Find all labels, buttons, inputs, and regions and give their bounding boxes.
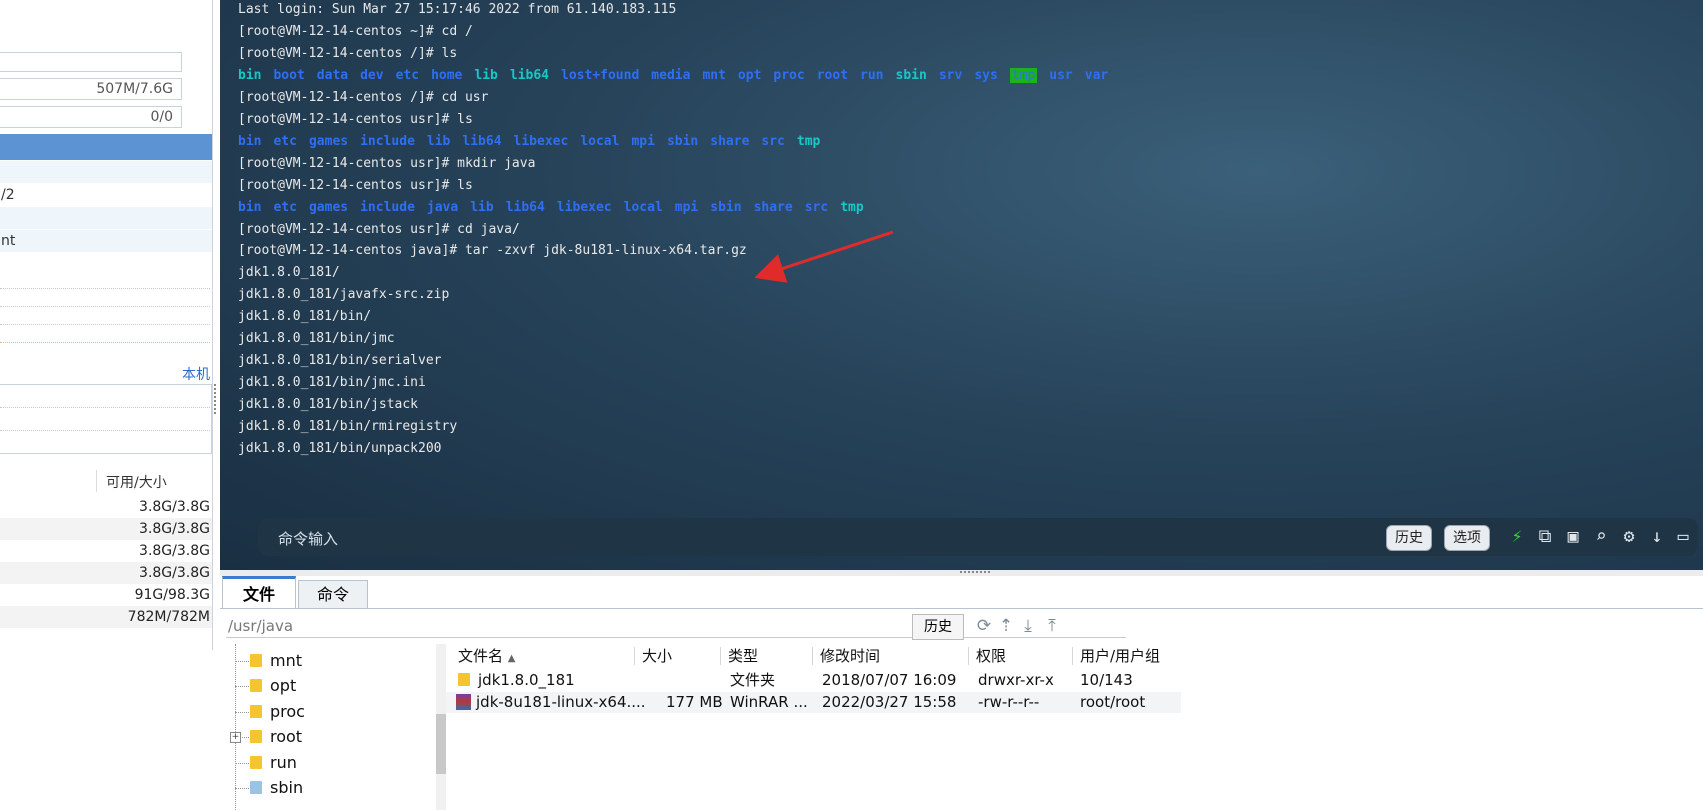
tab-files[interactable]: 文件 xyxy=(222,576,296,608)
info-bar-1 xyxy=(0,52,182,72)
command-input[interactable]: 命令输入 xyxy=(278,528,338,549)
list-item[interactable] xyxy=(0,161,212,183)
network-graph xyxy=(0,288,213,358)
disk-table-header: 可用/大小 xyxy=(0,470,212,492)
tree-item-opt[interactable]: opt xyxy=(250,673,296,699)
file-owner: root/root xyxy=(1080,693,1146,711)
disk-size: 3.8G/3.8G xyxy=(139,499,210,515)
tree-item-label: opt xyxy=(270,676,297,696)
local-link[interactable]: 本机 xyxy=(182,364,210,384)
list-item[interactable]: nt xyxy=(0,230,212,252)
lightning-icon[interactable]: ⚡ xyxy=(1506,525,1528,549)
tree-item-label: run xyxy=(270,752,297,772)
tree-item-proc[interactable]: proc xyxy=(250,699,305,725)
folder-icon xyxy=(250,704,262,718)
column-header-mtime[interactable]: 修改时间 xyxy=(820,644,880,668)
gear-icon[interactable]: ⚙ xyxy=(1618,525,1640,549)
selected-row[interactable] xyxy=(0,134,212,160)
disk-row[interactable]: 3.8G/3.8G xyxy=(0,496,212,518)
swap-value: 0/0 xyxy=(0,106,182,128)
disk-size: 3.8G/3.8G xyxy=(139,565,210,581)
file-mtime: 2022/03/27 15:58 xyxy=(822,693,957,711)
disk-row[interactable]: 3.8G/3.8G xyxy=(0,540,212,562)
disk-row[interactable]: 91G/98.3G xyxy=(0,584,212,606)
download-icon[interactable]: ⤓ xyxy=(1018,614,1038,638)
folder-icon xyxy=(250,654,262,667)
expand-icon[interactable]: + xyxy=(230,732,241,744)
annotation-arrow xyxy=(754,230,894,283)
column-header-permissions[interactable]: 权限 xyxy=(976,644,1006,668)
winrar-icon xyxy=(456,694,471,710)
file-type: 文件夹 xyxy=(730,671,776,689)
paste-icon[interactable]: ▣ xyxy=(1562,525,1584,549)
disk-row[interactable]: 3.8G/3.8G xyxy=(0,518,212,540)
tree-item-run[interactable]: run xyxy=(250,750,297,776)
tree-item-label: sbin xyxy=(270,778,304,797)
history-button[interactable]: 历史 xyxy=(1386,525,1432,551)
column-header-size[interactable]: 大小 xyxy=(642,644,672,668)
file-type: WinRAR ... xyxy=(730,693,808,711)
folder-icon xyxy=(250,730,262,744)
disk-size: 3.8G/3.8G xyxy=(139,543,210,559)
copy-icon[interactable]: ⧉ xyxy=(1534,525,1556,549)
tree-item-label: proc xyxy=(270,701,305,721)
search-icon[interactable]: ⌕ xyxy=(1590,525,1612,549)
path-history-button[interactable]: 历史 xyxy=(912,614,964,640)
process-box xyxy=(0,384,212,454)
tree-scrollbar[interactable] xyxy=(436,644,446,810)
tree-item-label: root xyxy=(270,727,303,747)
list-item[interactable]: /2 xyxy=(0,184,212,206)
disk-size: 91G/98.3G xyxy=(134,587,210,603)
folder-icon xyxy=(250,755,262,769)
file-row[interactable]: jdk-8u181-linux-x64.... 177 MB WinRAR ..… xyxy=(446,692,1181,713)
command-input-bar[interactable]: 命令输入 历史 选项 ⚡ ⧉ ▣ ⌕ ⚙ ↓ ▭ xyxy=(258,518,1698,556)
upload-icon[interactable]: ⤒ xyxy=(1042,614,1062,638)
column-header-name[interactable]: 文件名 ▲ xyxy=(458,644,516,668)
file-row[interactable]: jdk1.8.0_181 文件夹 2018/07/07 16:09 drwxr-… xyxy=(446,670,1181,691)
file-manager: 文件 命令 /usr/java 历史 ⟳ ⇡ ⤓ ⤒ mnt opt proc + ro… xyxy=(220,576,1703,810)
disk-size: 3.8G/3.8G xyxy=(139,521,210,537)
column-header-owner[interactable]: 用户/用户组 xyxy=(1080,644,1160,668)
file-name: jdk-8u181-linux-x64.... xyxy=(456,692,646,713)
refresh-icon[interactable]: ⟳ xyxy=(974,614,994,638)
file-name: jdk1.8.0_181 xyxy=(458,670,575,691)
tree-item-sbin[interactable]: sbin xyxy=(250,775,303,801)
list-item[interactable] xyxy=(0,207,212,229)
path-bar: /usr/java 历史 ⟳ ⇡ ⤓ ⤒ xyxy=(220,612,1703,640)
disk-row[interactable]: 782M/782M xyxy=(0,606,212,628)
folder-icon xyxy=(458,673,470,686)
download-icon[interactable]: ↓ xyxy=(1646,525,1668,549)
disk-size: 782M/782M xyxy=(127,609,210,625)
maximize-icon[interactable]: ▭ xyxy=(1672,525,1694,549)
column-header-type[interactable]: 类型 xyxy=(728,644,758,668)
disk-available-header: 可用/大小 xyxy=(106,475,167,491)
terminal[interactable]: Last login: Sun Mar 27 15:17:46 2022 fro… xyxy=(220,0,1703,570)
folder-icon xyxy=(250,781,262,794)
panel-divider[interactable] xyxy=(212,0,213,650)
tree-item-root[interactable]: root xyxy=(250,724,302,750)
left-panel: 507M/7.6G 0/0 /2 nt 本机 可用/大小 3.8G/3.8G 3… xyxy=(0,0,220,810)
folder-icon xyxy=(250,679,262,693)
file-owner: 10/143 xyxy=(1080,671,1133,689)
file-mtime: 2018/07/07 16:09 xyxy=(822,671,957,689)
sort-ascending-icon: ▲ xyxy=(507,653,516,664)
up-dir-icon[interactable]: ⇡ xyxy=(996,614,1016,638)
directory-tree: mnt opt proc + root run sbin xyxy=(220,644,443,810)
tree-item-mnt[interactable]: mnt xyxy=(250,648,302,674)
tab-commands[interactable]: 命令 xyxy=(298,580,368,608)
scrollbar-thumb[interactable] xyxy=(436,714,446,774)
options-button[interactable]: 选项 xyxy=(1444,525,1490,551)
tree-item-label: mnt xyxy=(270,651,302,670)
disk-row[interactable]: 3.8G/3.8G xyxy=(0,562,212,584)
file-size: 177 MB xyxy=(666,693,723,711)
file-permissions: -rw-r--r-- xyxy=(978,693,1040,711)
file-list: 文件名 ▲ 大小 类型 修改时间 权限 用户/用户组 jdk1.8.0_181 … xyxy=(446,644,1703,810)
file-permissions: drwxr-xr-x xyxy=(978,671,1054,689)
memory-value: 507M/7.6G xyxy=(0,78,182,100)
